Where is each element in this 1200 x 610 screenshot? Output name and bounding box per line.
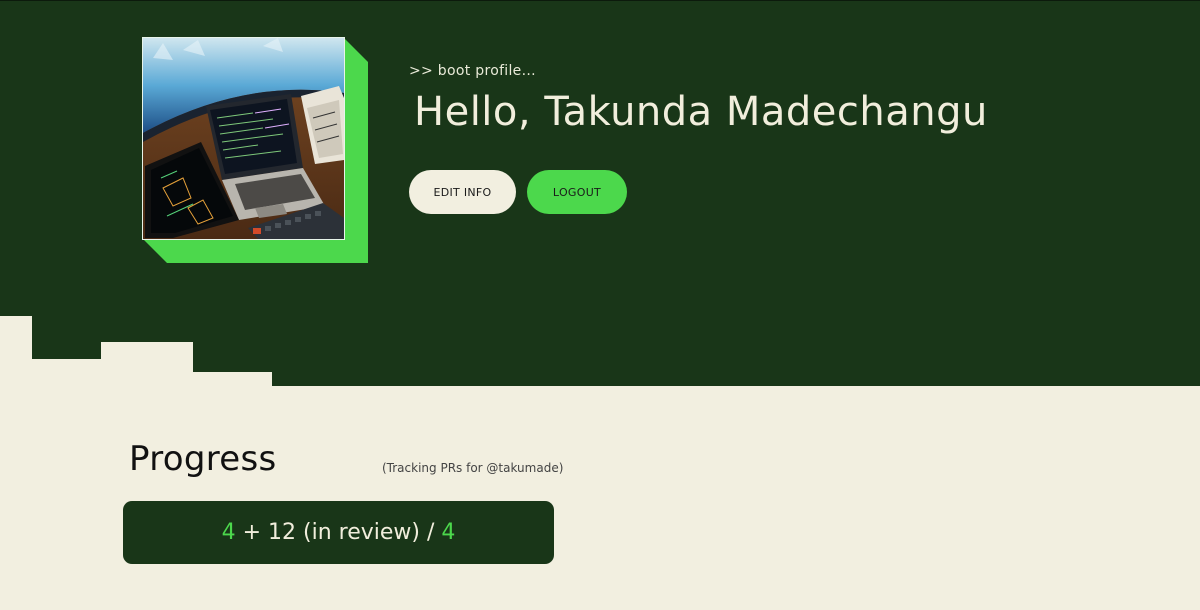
merged-count: 4: [221, 520, 236, 545]
pixel-step-decoration: [32, 359, 101, 386]
tracking-note: (Tracking PRs for @takumade): [382, 461, 564, 475]
page-title: Hello, Takunda Madechangu: [414, 89, 988, 135]
progress-heading: Progress: [129, 439, 277, 479]
avatar-image: [142, 37, 345, 240]
avatar: [142, 37, 368, 263]
logout-button[interactable]: LOGOUT: [527, 170, 627, 214]
pixel-step-decoration: [101, 342, 193, 386]
boot-profile-text: >> boot profile...: [409, 63, 536, 79]
progress-summary: 4 + 12 (in review) / 4: [123, 501, 554, 564]
slash-separator: /: [419, 520, 442, 545]
in-review-count: 12 (in review): [268, 520, 420, 545]
pixel-step-decoration: [0, 316, 32, 386]
goal-count: 4: [441, 520, 456, 545]
plus-separator: +: [235, 520, 269, 545]
edit-info-button[interactable]: EDIT INFO: [409, 170, 516, 214]
pixel-step-decoration: [193, 372, 272, 386]
